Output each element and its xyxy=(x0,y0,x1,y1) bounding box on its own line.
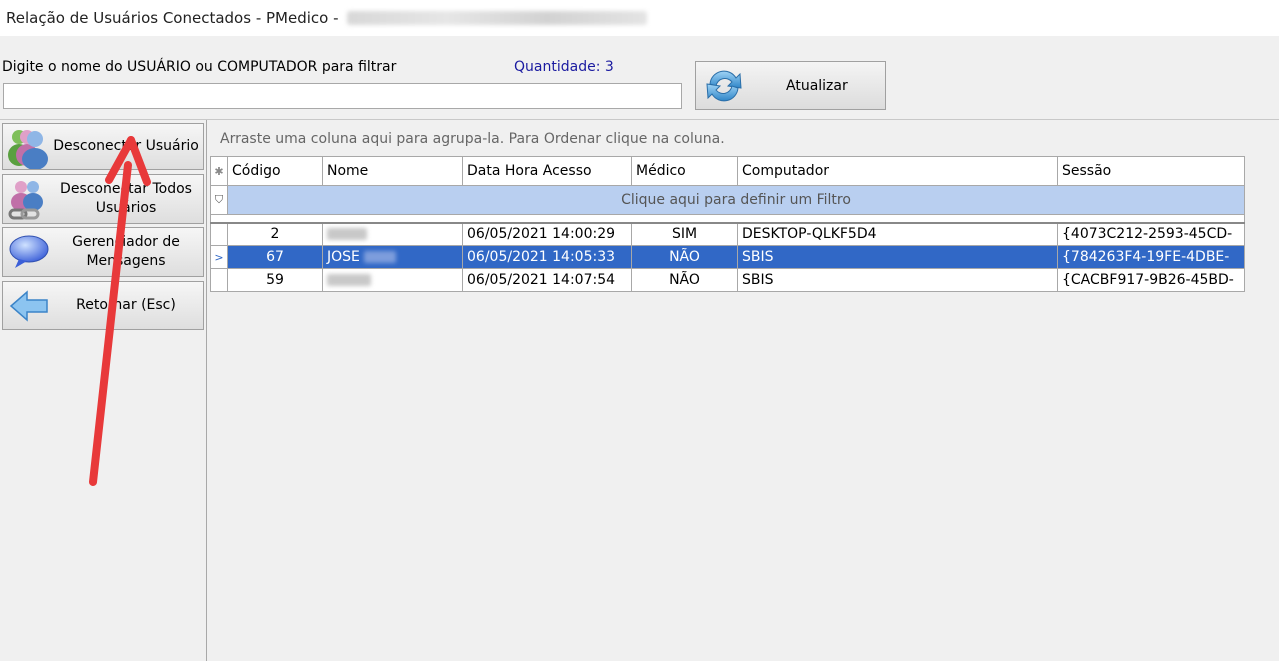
quantity-label: Quantidade: 3 xyxy=(514,59,614,75)
disconnect-user-button[interactable]: Desconectar Usuário xyxy=(2,123,204,170)
row-indicator xyxy=(210,222,228,246)
cell-computador: DESKTOP-QLKF5D4 xyxy=(737,222,1058,246)
cell-medico: NÃO xyxy=(631,245,738,269)
column-header-medico[interactable]: Médico xyxy=(631,156,738,186)
window-title: Relação de Usuários Conectados - PMedico… xyxy=(6,9,339,27)
users-disconnect-icon xyxy=(8,129,48,169)
column-header-data-hora[interactable]: Data Hora Acesso xyxy=(462,156,632,186)
users-grid: ✱ Código Nome Data Hora Acesso Médico Co… xyxy=(210,156,1245,292)
column-header-nome[interactable]: Nome xyxy=(322,156,463,186)
column-header-computador[interactable]: Computador xyxy=(737,156,1058,186)
filter-row-hint[interactable]: Clique aqui para definir um Filtro xyxy=(227,185,1245,215)
speech-bubble-icon xyxy=(9,235,49,268)
grid-spacer xyxy=(210,214,1245,224)
row-indicator-current: > xyxy=(210,245,228,269)
filter-row[interactable]: ⛉ Clique aqui para definir um Filtro xyxy=(210,185,1245,215)
cell-codigo: 67 xyxy=(227,245,323,269)
cell-data-hora: 06/05/2021 14:07:54 xyxy=(462,268,632,292)
table-row[interactable]: 59 06/05/2021 14:07:54 NÃO SBIS {CACBF91… xyxy=(210,268,1245,292)
refresh-button-label: Atualizar xyxy=(786,77,848,94)
filter-funnel-icon: ⛉ xyxy=(210,185,228,215)
cell-nome xyxy=(322,222,463,246)
row-indicator xyxy=(210,268,228,292)
users-chain-icon xyxy=(8,181,43,220)
return-button[interactable]: Retornar (Esc) xyxy=(2,281,204,330)
cell-computador: SBIS xyxy=(737,268,1058,292)
cell-nome xyxy=(322,268,463,292)
cell-computador: SBIS xyxy=(737,245,1058,269)
disconnect-all-users-button[interactable]: Desconectar Todos Usuários xyxy=(2,174,204,224)
filter-input[interactable] xyxy=(3,83,682,109)
redacted-name xyxy=(327,274,371,286)
window-title-bar: Relação de Usuários Conectados - PMedico… xyxy=(0,0,1279,36)
message-manager-button[interactable]: Gerenciador de Mensagens xyxy=(2,227,204,277)
refresh-icon xyxy=(706,70,742,101)
column-header-sessao[interactable]: Sessão xyxy=(1057,156,1245,186)
cell-sessao: {4073C212-2593-45CD- xyxy=(1057,222,1245,246)
cell-codigo: 59 xyxy=(227,268,323,292)
disconnect-user-label: Desconectar Usuário xyxy=(53,138,199,154)
cell-data-hora: 06/05/2021 14:00:29 xyxy=(462,222,632,246)
redacted-name xyxy=(327,228,367,241)
cell-data-hora: 06/05/2021 14:05:33 xyxy=(462,245,632,269)
table-row-selected[interactable]: > 67 JOSE 06/05/2021 14:05:33 NÃO SBIS {… xyxy=(210,245,1245,269)
cell-sessao: {784263F4-19FE-4DBE- xyxy=(1057,245,1245,269)
filter-label: Digite o nome do USUÁRIO ou COMPUTADOR p… xyxy=(2,59,397,75)
sidebar: Desconectar Usuário Desconectar Todos Us… xyxy=(0,120,207,661)
grid-header-row: ✱ Código Nome Data Hora Acesso Médico Co… xyxy=(210,156,1245,186)
table-row[interactable]: 2 06/05/2021 14:00:29 SIM DESKTOP-QLKF5D… xyxy=(210,222,1245,246)
cell-nome: JOSE xyxy=(322,245,463,269)
row-indicator-header[interactable]: ✱ xyxy=(210,156,228,186)
message-manager-label: Gerenciador de Mensagens xyxy=(72,234,180,269)
redacted-name xyxy=(364,251,397,263)
arrow-left-icon xyxy=(9,289,48,322)
cell-medico: SIM xyxy=(631,222,738,246)
return-label: Retornar (Esc) xyxy=(76,297,176,313)
column-header-codigo[interactable]: Código xyxy=(227,156,323,186)
title-redacted xyxy=(346,11,647,25)
disconnect-all-users-label: Desconectar Todos Usuários xyxy=(60,181,192,216)
refresh-button[interactable]: Atualizar xyxy=(695,61,886,110)
cell-medico: NÃO xyxy=(631,268,738,292)
cell-codigo: 2 xyxy=(227,222,323,246)
cell-sessao: {CACBF917-9B26-45BD- xyxy=(1057,268,1245,292)
group-by-hint: Arraste uma coluna aqui para agrupa-la. … xyxy=(220,131,725,147)
